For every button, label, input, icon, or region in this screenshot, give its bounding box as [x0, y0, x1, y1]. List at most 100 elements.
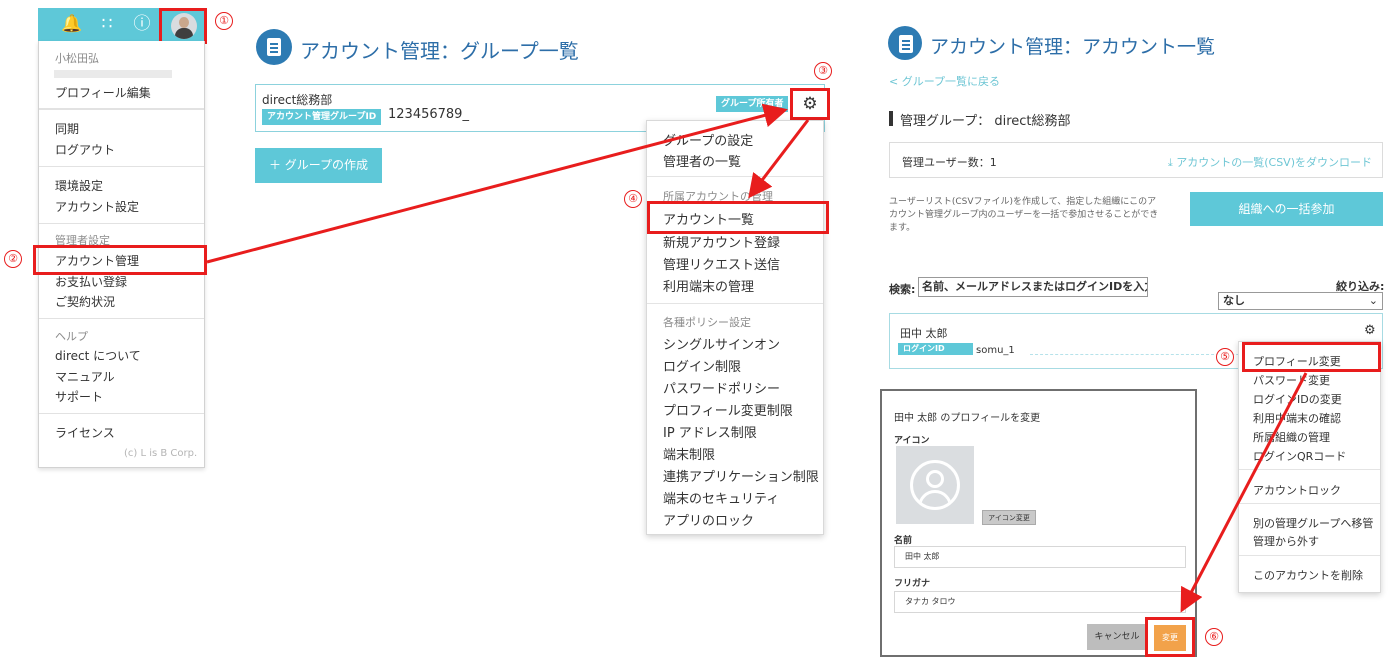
csv-download-label: アカウントの一覧(CSV)をダウンロード — [1176, 156, 1372, 169]
menu-item-devices[interactable]: 利用中端末の確認 — [1253, 410, 1341, 426]
icon-change-button[interactable]: アイコン変更 — [982, 510, 1036, 525]
search-input[interactable]: 名前、メールアドレスまたはログインIDを入力 — [918, 277, 1148, 297]
user-placeholder-icon — [910, 460, 960, 510]
group-owner-tag: グループ所有者 — [716, 96, 788, 112]
menu-item-profile-change-restriction[interactable]: プロフィール変更制限 — [663, 400, 793, 419]
step-marker-3: ③ — [814, 62, 832, 80]
group-settings-menu: グループの設定 管理者の一覧 所属アカウントの管理 アカウント一覧 新規アカウン… — [646, 120, 824, 535]
menu-item-account-lock[interactable]: アカウントロック — [1253, 482, 1341, 498]
menu-item-device-restriction[interactable]: 端末制限 — [663, 444, 715, 463]
menu-item-payment[interactable]: お支払い登録 — [55, 273, 127, 290]
menu-item-account-settings[interactable]: アカウント設定 — [55, 198, 139, 215]
menu-item-logout[interactable]: ログアウト — [55, 141, 115, 158]
filter-select[interactable]: なし ⌄ — [1218, 292, 1383, 310]
menu-item-remove-management[interactable]: 管理から外す — [1253, 533, 1319, 549]
login-id-tag: ログインID — [898, 343, 973, 355]
menu-item-password-policy[interactable]: パスワードポリシー — [663, 378, 780, 397]
menu-item-login-qr[interactable]: ログインQRコード — [1253, 448, 1346, 464]
highlight-account-management — [33, 245, 207, 275]
menu-item-profile-edit[interactable]: プロフィール編集 — [55, 84, 151, 101]
list-page-icon — [888, 26, 922, 60]
user-action-menu: プロフィール変更 パスワード変更 ログインIDの変更 利用中端末の確認 所属組織… — [1238, 341, 1381, 593]
page-title: アカウント管理：アカウント一覧 — [930, 36, 1216, 58]
name-field[interactable]: 田中 太郎 — [894, 546, 1186, 568]
group-name: direct総務部 — [262, 93, 333, 107]
highlight-submit: 変更 — [1145, 617, 1195, 657]
divider — [1239, 503, 1380, 504]
submit-change-button[interactable]: 変更 — [1154, 625, 1186, 651]
step-marker-5: ⑤ — [1216, 348, 1234, 366]
copyright-text: (c) L is B Corp. — [124, 448, 198, 459]
csv-download-link[interactable]: ⤓ アカウントの一覧(CSV)をダウンロード — [1168, 154, 1372, 170]
menu-item-login-id-change[interactable]: ログインIDの変更 — [1253, 391, 1342, 407]
divider — [1239, 469, 1380, 470]
menu-section-help: ヘルプ — [55, 330, 88, 343]
create-group-button[interactable]: ＋ グループの作成 — [255, 148, 382, 183]
menu-item-device-management[interactable]: 利用端末の管理 — [663, 276, 754, 295]
menu-item-admin-list[interactable]: 管理者の一覧 — [663, 151, 741, 170]
menu-item-organizations[interactable]: 所属組織の管理 — [1253, 429, 1330, 445]
menu-item-sso[interactable]: シングルサインオン — [663, 334, 780, 353]
group-id-tag: アカウント管理グループID — [262, 109, 382, 125]
menu-item-sync[interactable]: 同期 — [55, 120, 79, 137]
menu-item-ip-restriction[interactable]: IP アドレス制限 — [663, 422, 757, 441]
chevron-down-icon: ⌄ — [1368, 294, 1378, 307]
menu-item-license[interactable]: ライセンス — [55, 424, 115, 441]
menu-item-device-security[interactable]: 端末のセキュリティ — [663, 488, 779, 507]
avatar — [171, 13, 197, 39]
bulk-join-button[interactable]: 組織への一括参加 — [1190, 192, 1383, 226]
user-name: 小松田弘 — [55, 52, 99, 65]
profile-icon — [896, 446, 974, 524]
menu-item-manual[interactable]: マニュアル — [55, 368, 115, 385]
menu-item-delete-account[interactable]: このアカウントを削除 — [1253, 567, 1363, 583]
divider — [39, 413, 204, 414]
step-marker-6: ⑥ — [1205, 628, 1223, 646]
divider — [39, 166, 204, 167]
divider — [647, 176, 823, 177]
group-settings-gear-icon[interactable]: ⚙ — [790, 88, 830, 120]
apps-grid-icon[interactable]: ∷ — [95, 8, 119, 41]
icon-label: アイコン — [894, 436, 930, 446]
step-marker-2: ② — [4, 250, 22, 268]
kana-label: フリガナ — [894, 579, 931, 589]
admin-user-count: 管理ユーザー数：1 — [902, 156, 997, 169]
dialog-title: 田中 太郎 のプロフィールを変更 — [894, 413, 1041, 424]
cancel-button[interactable]: キャンセル — [1087, 624, 1147, 650]
highlight-account-list — [647, 201, 829, 234]
menu-item-new-account[interactable]: 新規アカウント登録 — [663, 232, 780, 251]
divider — [39, 109, 204, 110]
menu-item-contract[interactable]: ご契約状況 — [55, 293, 115, 310]
menu-item-send-request[interactable]: 管理リクエスト送信 — [663, 254, 780, 273]
managed-group-heading: 管理グループ： direct総務部 — [900, 114, 1071, 129]
filter-value: なし — [1223, 294, 1245, 307]
info-icon[interactable]: ⓘ — [130, 8, 154, 41]
menu-item-login-restriction[interactable]: ログイン制限 — [663, 356, 741, 375]
menu-item-group-settings[interactable]: グループの設定 — [663, 130, 753, 149]
highlight-profile-change — [1242, 342, 1381, 372]
menu-section-policies: 各種ポリシー設定 — [663, 316, 751, 329]
menu-item-about[interactable]: direct について — [55, 347, 141, 364]
step-marker-4: ④ — [624, 190, 642, 208]
managed-group-summary: 管理ユーザー数：1 ⤓ アカウントの一覧(CSV)をダウンロード — [889, 142, 1383, 178]
user-avatar-button[interactable] — [159, 8, 207, 44]
page-title: アカウント管理：グループ一覧 — [300, 39, 579, 63]
menu-item-support[interactable]: サポート — [55, 388, 103, 405]
user-name: 田中 太郎 — [900, 327, 948, 340]
divider — [647, 303, 823, 304]
list-page-icon — [256, 29, 292, 65]
divider — [39, 318, 204, 319]
bell-icon[interactable]: 🔔 — [60, 8, 84, 41]
menu-item-app-lock[interactable]: アプリのロック — [663, 510, 754, 529]
user-settings-gear-icon[interactable]: ⚙ — [1364, 323, 1376, 338]
menu-item-password-change[interactable]: パスワード変更 — [1253, 372, 1330, 388]
divider — [1239, 555, 1380, 556]
step-marker-1: ① — [215, 12, 233, 30]
login-id-value: somu_1 — [976, 345, 1015, 356]
menu-item-app-integration-restriction[interactable]: 連携アプリケーション制限 — [663, 466, 819, 485]
back-to-group-list-link[interactable]: < グループ一覧に戻る — [889, 73, 1000, 89]
name-label: 名前 — [894, 536, 913, 546]
menu-item-transfer-group[interactable]: 別の管理グループへ移管 — [1253, 515, 1373, 531]
menu-item-preferences[interactable]: 環境設定 — [55, 177, 103, 194]
kana-field[interactable]: タナカ タロウ — [894, 591, 1186, 613]
section-marker — [889, 111, 893, 126]
